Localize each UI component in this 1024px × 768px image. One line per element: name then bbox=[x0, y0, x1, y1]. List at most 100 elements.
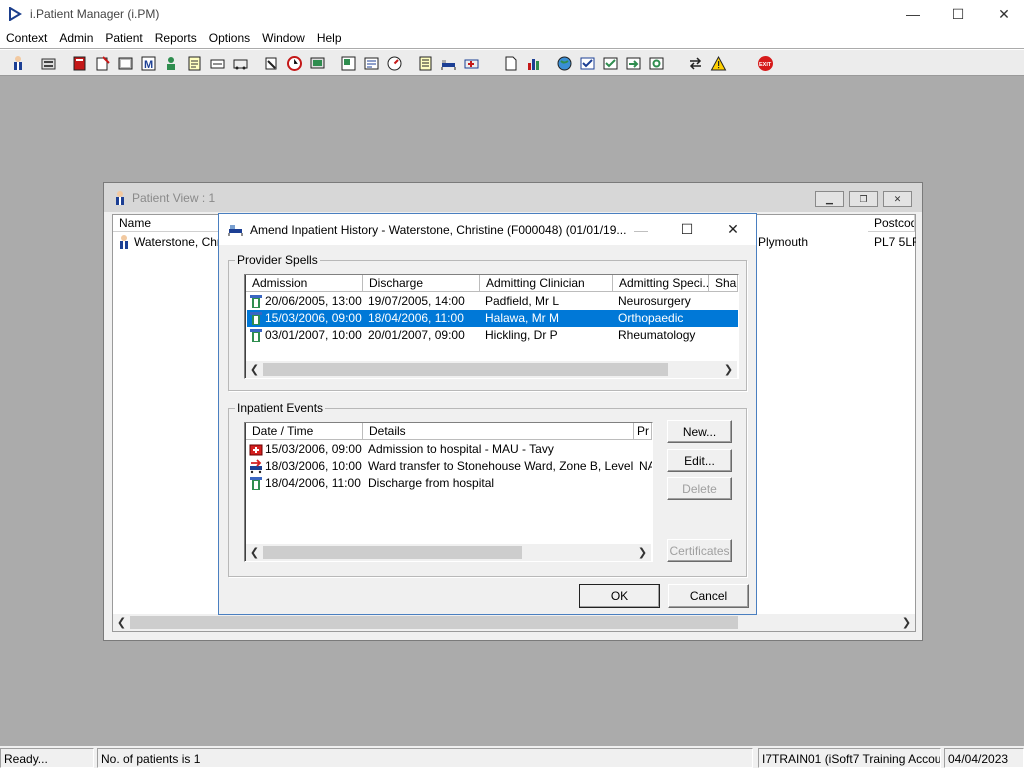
transport-icon[interactable] bbox=[230, 53, 251, 74]
minimize-button[interactable]: — bbox=[890, 0, 936, 28]
patient-town[interactable]: Plymouth bbox=[758, 234, 858, 250]
scroll-right-icon[interactable]: ❯ bbox=[634, 544, 651, 561]
column-header-pr[interactable]: Pr bbox=[634, 423, 652, 440]
spell-specialty: Neurosurgery bbox=[618, 294, 691, 308]
notes-icon[interactable] bbox=[92, 53, 113, 74]
account-info: I7TRAIN01 (iSoft7 Training Account) bbox=[758, 748, 941, 768]
timer-icon[interactable] bbox=[384, 53, 405, 74]
bar-chart-icon[interactable] bbox=[523, 53, 544, 74]
column-header-details[interactable]: Details bbox=[363, 423, 634, 440]
dialog-maximize-button[interactable]: ☐ bbox=[664, 214, 710, 245]
event-details: Admission to hospital - MAU - Tavy bbox=[368, 442, 554, 456]
scroll-left-icon[interactable]: ❮ bbox=[113, 614, 130, 631]
menu-window[interactable]: Window bbox=[256, 28, 311, 48]
spell-discharge: 18/04/2006, 11:00 bbox=[368, 311, 464, 325]
scroll-thumb[interactable] bbox=[130, 616, 738, 629]
letter-icon[interactable] bbox=[184, 53, 205, 74]
event-details: Discharge from hospital bbox=[368, 476, 495, 490]
form-arrow-icon[interactable] bbox=[623, 53, 644, 74]
event-row[interactable]: 18/04/2006, 11:00 Discharge from hospita… bbox=[247, 475, 652, 492]
referral-icon[interactable] bbox=[207, 53, 228, 74]
column-header-discharge[interactable]: Discharge bbox=[363, 275, 480, 292]
close-button[interactable]: ✕ bbox=[981, 0, 1024, 28]
certificates-button[interactable]: Certificates bbox=[667, 539, 732, 562]
app-titlebar: i.Patient Manager (i.PM) — ☐ ✕ bbox=[0, 0, 1024, 28]
spell-clinician: Halawa, Mr M bbox=[485, 311, 560, 325]
spell-admission: 03/01/2007, 10:00 bbox=[265, 328, 362, 342]
mail-icon[interactable]: M bbox=[138, 53, 159, 74]
registration-icon[interactable] bbox=[38, 53, 59, 74]
spell-row[interactable]: 03/01/2007, 10:00 20/01/2007, 09:00 Hick… bbox=[247, 327, 738, 344]
scroll-right-icon[interactable]: ❯ bbox=[898, 614, 915, 631]
new-event-button[interactable]: New... bbox=[667, 420, 732, 443]
menu-options[interactable]: Options bbox=[203, 28, 256, 48]
menu-help[interactable]: Help bbox=[311, 28, 348, 48]
pv-minimize-button[interactable]: ▁ bbox=[815, 191, 844, 207]
checklist-icon[interactable] bbox=[577, 53, 598, 74]
notes-list-icon[interactable] bbox=[415, 53, 436, 74]
column-header-admitting-specialty[interactable]: Admitting Speci... bbox=[613, 275, 709, 292]
delete-event-button[interactable]: Delete bbox=[667, 477, 732, 500]
column-header-postcode[interactable]: Postcode bbox=[868, 215, 915, 232]
globe-icon[interactable] bbox=[554, 53, 575, 74]
transfer-icon[interactable] bbox=[685, 53, 706, 74]
column-header-date-time[interactable]: Date / Time bbox=[246, 423, 363, 440]
scroll-right-icon[interactable]: ❯ bbox=[720, 361, 737, 378]
page-icon[interactable] bbox=[500, 53, 521, 74]
event-datetime: 18/04/2006, 11:00 bbox=[265, 476, 361, 490]
records-icon[interactable] bbox=[115, 53, 136, 74]
menu-context[interactable]: Context bbox=[0, 28, 53, 48]
menu-reports[interactable]: Reports bbox=[149, 28, 203, 48]
maximize-button[interactable]: ☐ bbox=[935, 0, 981, 28]
ok-button[interactable]: OK bbox=[579, 584, 660, 608]
warning-icon[interactable] bbox=[708, 53, 729, 74]
patient-postcode[interactable]: PL7 5LF bbox=[874, 234, 916, 250]
patient-list-hscroll[interactable]: ❮ ❯ bbox=[113, 614, 915, 631]
event-row[interactable]: 18/03/2006, 10:00 Ward transfer to Stone… bbox=[247, 458, 652, 475]
patient-search-icon[interactable] bbox=[8, 53, 29, 74]
form-refresh-icon[interactable] bbox=[646, 53, 667, 74]
book-icon[interactable] bbox=[69, 53, 90, 74]
spell-specialty: Rheumatology bbox=[618, 328, 696, 342]
exit-button[interactable]: EXIT bbox=[755, 53, 776, 74]
scroll-left-icon[interactable]: ❮ bbox=[246, 361, 263, 378]
report-print-icon[interactable] bbox=[261, 53, 282, 74]
spell-row[interactable]: 20/06/2005, 13:00 19/07/2005, 14:00 Padf… bbox=[247, 293, 738, 310]
pv-restore-button[interactable]: ❐ bbox=[849, 191, 878, 207]
amend-inpatient-history-dialog: Amend Inpatient History - Waterstone, Ch… bbox=[218, 213, 757, 615]
menu-bar: Context Admin Patient Reports Options Wi… bbox=[0, 28, 1024, 48]
spell-discharge: 19/07/2005, 14:00 bbox=[368, 294, 465, 308]
dialog-bed-icon bbox=[228, 225, 243, 236]
inpatient-events-hscroll[interactable]: ❮ ❯ bbox=[246, 544, 651, 561]
column-header-admission[interactable]: Admission bbox=[246, 275, 363, 292]
column-header-admitting-clinician[interactable]: Admitting Clinician bbox=[480, 275, 613, 292]
patient-view-titlebar: Patient View : 1 ▁ ❐ ✕ bbox=[104, 183, 922, 212]
spell-icon bbox=[250, 312, 262, 325]
event-row[interactable]: 15/03/2006, 09:00 Admission to hospital … bbox=[247, 441, 652, 458]
scroll-left-icon[interactable]: ❮ bbox=[246, 544, 263, 561]
status-date: 04/04/2023 bbox=[944, 748, 1024, 768]
cancel-button[interactable]: Cancel bbox=[668, 584, 749, 608]
person-icon[interactable] bbox=[161, 53, 182, 74]
spell-specialty: Orthopaedic bbox=[618, 311, 684, 325]
column-header-share[interactable]: Share bbox=[709, 275, 738, 292]
inpatient-events-label: Inpatient Events bbox=[235, 401, 326, 415]
dialog-close-button[interactable]: ✕ bbox=[710, 214, 756, 245]
clock-icon[interactable] bbox=[284, 53, 305, 74]
spell-row-selected[interactable]: 15/03/2006, 09:00 18/04/2006, 11:00 Hala… bbox=[247, 310, 738, 327]
check-form-icon[interactable] bbox=[600, 53, 621, 74]
scroll-thumb[interactable] bbox=[263, 363, 668, 376]
ambulance-icon[interactable] bbox=[461, 53, 482, 74]
pv-close-button[interactable]: ✕ bbox=[883, 191, 912, 207]
menu-admin[interactable]: Admin bbox=[53, 28, 99, 48]
provider-spells-hscroll[interactable]: ❮ ❯ bbox=[246, 361, 737, 378]
document-edit-icon[interactable] bbox=[338, 53, 359, 74]
screen-icon[interactable] bbox=[307, 53, 328, 74]
bed-icon[interactable] bbox=[438, 53, 459, 74]
menu-patient[interactable]: Patient bbox=[99, 28, 148, 48]
list-edit-icon[interactable] bbox=[361, 53, 382, 74]
edit-event-button[interactable]: Edit... bbox=[667, 449, 732, 472]
scroll-thumb[interactable] bbox=[263, 546, 522, 559]
column-header-name[interactable]: Name bbox=[113, 215, 221, 232]
patient-name[interactable]: Waterstone, Christ bbox=[134, 234, 224, 250]
